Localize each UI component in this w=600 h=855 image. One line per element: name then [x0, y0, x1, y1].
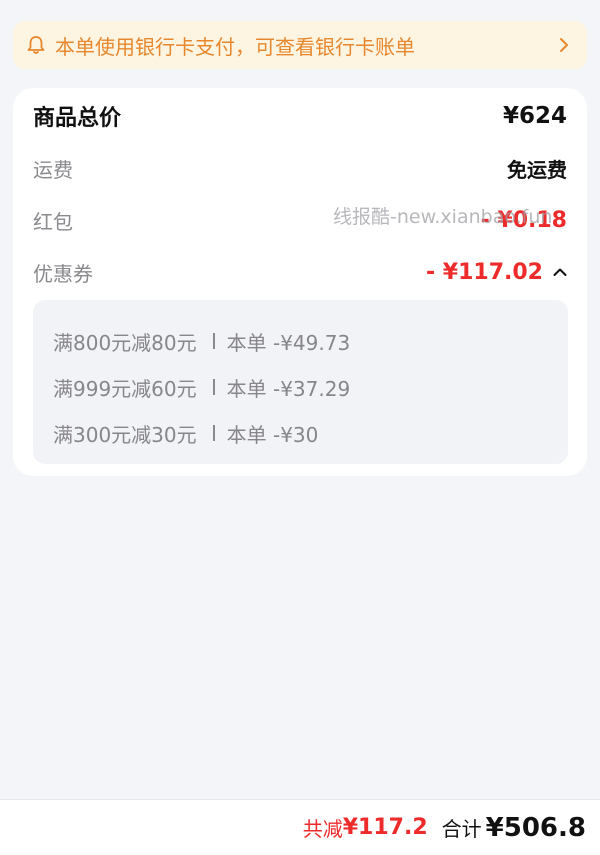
- coupon-condition: 满999元减60元: [53, 376, 197, 401]
- red-packet-label: 红包: [33, 209, 73, 234]
- coupon-discount-amount: - ¥117.02: [426, 259, 543, 285]
- grand-total-label: 合计: [441, 817, 482, 841]
- coupon-detail: 本单 -¥37.29: [226, 376, 351, 401]
- bell-icon: [27, 35, 47, 55]
- divider: [212, 379, 215, 395]
- list-item: 满800元减80元 本单 -¥49.73: [33, 318, 568, 364]
- shipping-label: 运费: [33, 157, 73, 182]
- coupon-row[interactable]: 优惠券 - ¥117.02: [33, 256, 567, 288]
- bottom-total-bar: 共减 ¥117.2 合计 ¥506.8: [0, 799, 600, 855]
- shipping-value: 免运费: [507, 157, 567, 182]
- total-discount-label: 共减: [302, 817, 343, 841]
- total-price-row: 商品总价 ¥624: [33, 100, 567, 132]
- list-item: 满300元减30元 本单 -¥30: [33, 410, 568, 456]
- divider: [212, 333, 215, 349]
- notice-text: 本单使用银行卡支付，可查看银行卡账单: [55, 34, 415, 59]
- watermark: 线报酷-new.xianbao.fun: [333, 206, 553, 228]
- shipping-row: 运费 免运费: [33, 152, 567, 184]
- coupon-detail: 本单 -¥49.73: [226, 330, 351, 355]
- coupon-breakdown: 满800元减80元 本单 -¥49.73 满999元减60元 本单 -¥37.2…: [33, 300, 568, 464]
- coupon-value[interactable]: - ¥117.02: [426, 260, 567, 285]
- total-discount-value: ¥117.2: [342, 815, 428, 840]
- coupon-label: 优惠券: [33, 261, 93, 286]
- price-detail-card: 商品总价 ¥624 运费 免运费 红包 - ¥0.18 优惠券 - ¥117.0…: [13, 88, 587, 476]
- bank-card-notice[interactable]: 本单使用银行卡支付，可查看银行卡账单: [13, 21, 587, 69]
- divider: [212, 425, 215, 441]
- total-price-value: ¥624: [502, 103, 567, 129]
- chevron-up-icon[interactable]: [553, 267, 567, 277]
- chevron-right-icon: [559, 36, 573, 54]
- coupon-condition: 满300元减30元: [53, 422, 197, 447]
- coupon-detail: 本单 -¥30: [226, 422, 319, 447]
- coupon-condition: 满800元减80元: [53, 330, 197, 355]
- list-item: 满999元减60元 本单 -¥37.29: [33, 364, 568, 410]
- total-price-label: 商品总价: [33, 106, 122, 131]
- grand-total-value: ¥506.8: [485, 812, 586, 843]
